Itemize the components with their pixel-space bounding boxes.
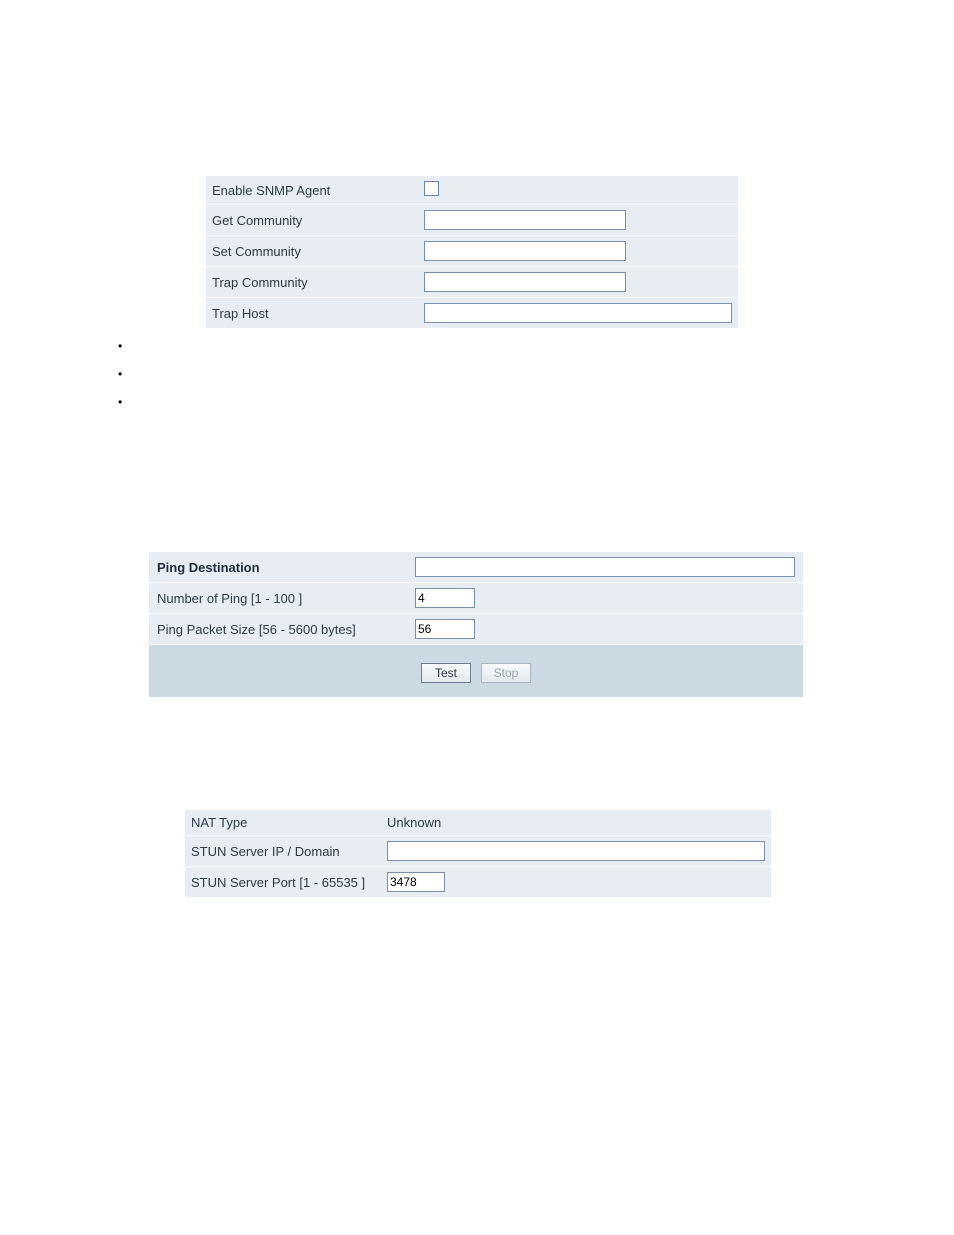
enable-snmp-checkbox[interactable] xyxy=(424,181,439,196)
bullet-item xyxy=(118,388,130,416)
bullet-list xyxy=(118,332,130,416)
get-community-input[interactable] xyxy=(424,210,626,230)
stun-server-port-input[interactable] xyxy=(387,872,445,892)
set-community-input[interactable] xyxy=(424,241,626,261)
ping-packet-size-label: Ping Packet Size [56 - 5600 bytes] xyxy=(149,614,407,645)
nat-type-label: NAT Type xyxy=(185,810,381,836)
snmp-settings-table: Enable SNMP Agent Get Community Set Comm… xyxy=(206,176,738,329)
ping-destination-label: Ping Destination xyxy=(149,552,407,583)
snmp-enable-label: Enable SNMP Agent xyxy=(206,176,418,205)
test-button[interactable]: Test xyxy=(421,663,471,683)
bullet-item xyxy=(118,360,130,388)
stun-server-ip-label: STUN Server IP / Domain xyxy=(185,836,381,867)
ping-destination-input[interactable] xyxy=(415,557,795,577)
stop-button: Stop xyxy=(481,663,531,683)
trap-host-label: Trap Host xyxy=(206,298,418,329)
trap-community-label: Trap Community xyxy=(206,267,418,298)
trap-community-input[interactable] xyxy=(424,272,626,292)
bullet-item xyxy=(118,332,130,360)
stun-server-port-label: STUN Server Port [1 - 65535 ] xyxy=(185,867,381,898)
trap-host-input[interactable] xyxy=(424,303,732,323)
ping-packet-size-input[interactable] xyxy=(415,619,475,639)
number-of-ping-input[interactable] xyxy=(415,588,475,608)
number-of-ping-label: Number of Ping [1 - 100 ] xyxy=(149,583,407,614)
stun-server-ip-input[interactable] xyxy=(387,841,765,861)
ping-table: Ping Destination Number of Ping [1 - 100… xyxy=(149,552,803,698)
stun-table: NAT Type Unknown STUN Server IP / Domain… xyxy=(185,810,771,898)
nat-type-value: Unknown xyxy=(381,810,771,836)
set-community-label: Set Community xyxy=(206,236,418,267)
get-community-label: Get Community xyxy=(206,205,418,236)
